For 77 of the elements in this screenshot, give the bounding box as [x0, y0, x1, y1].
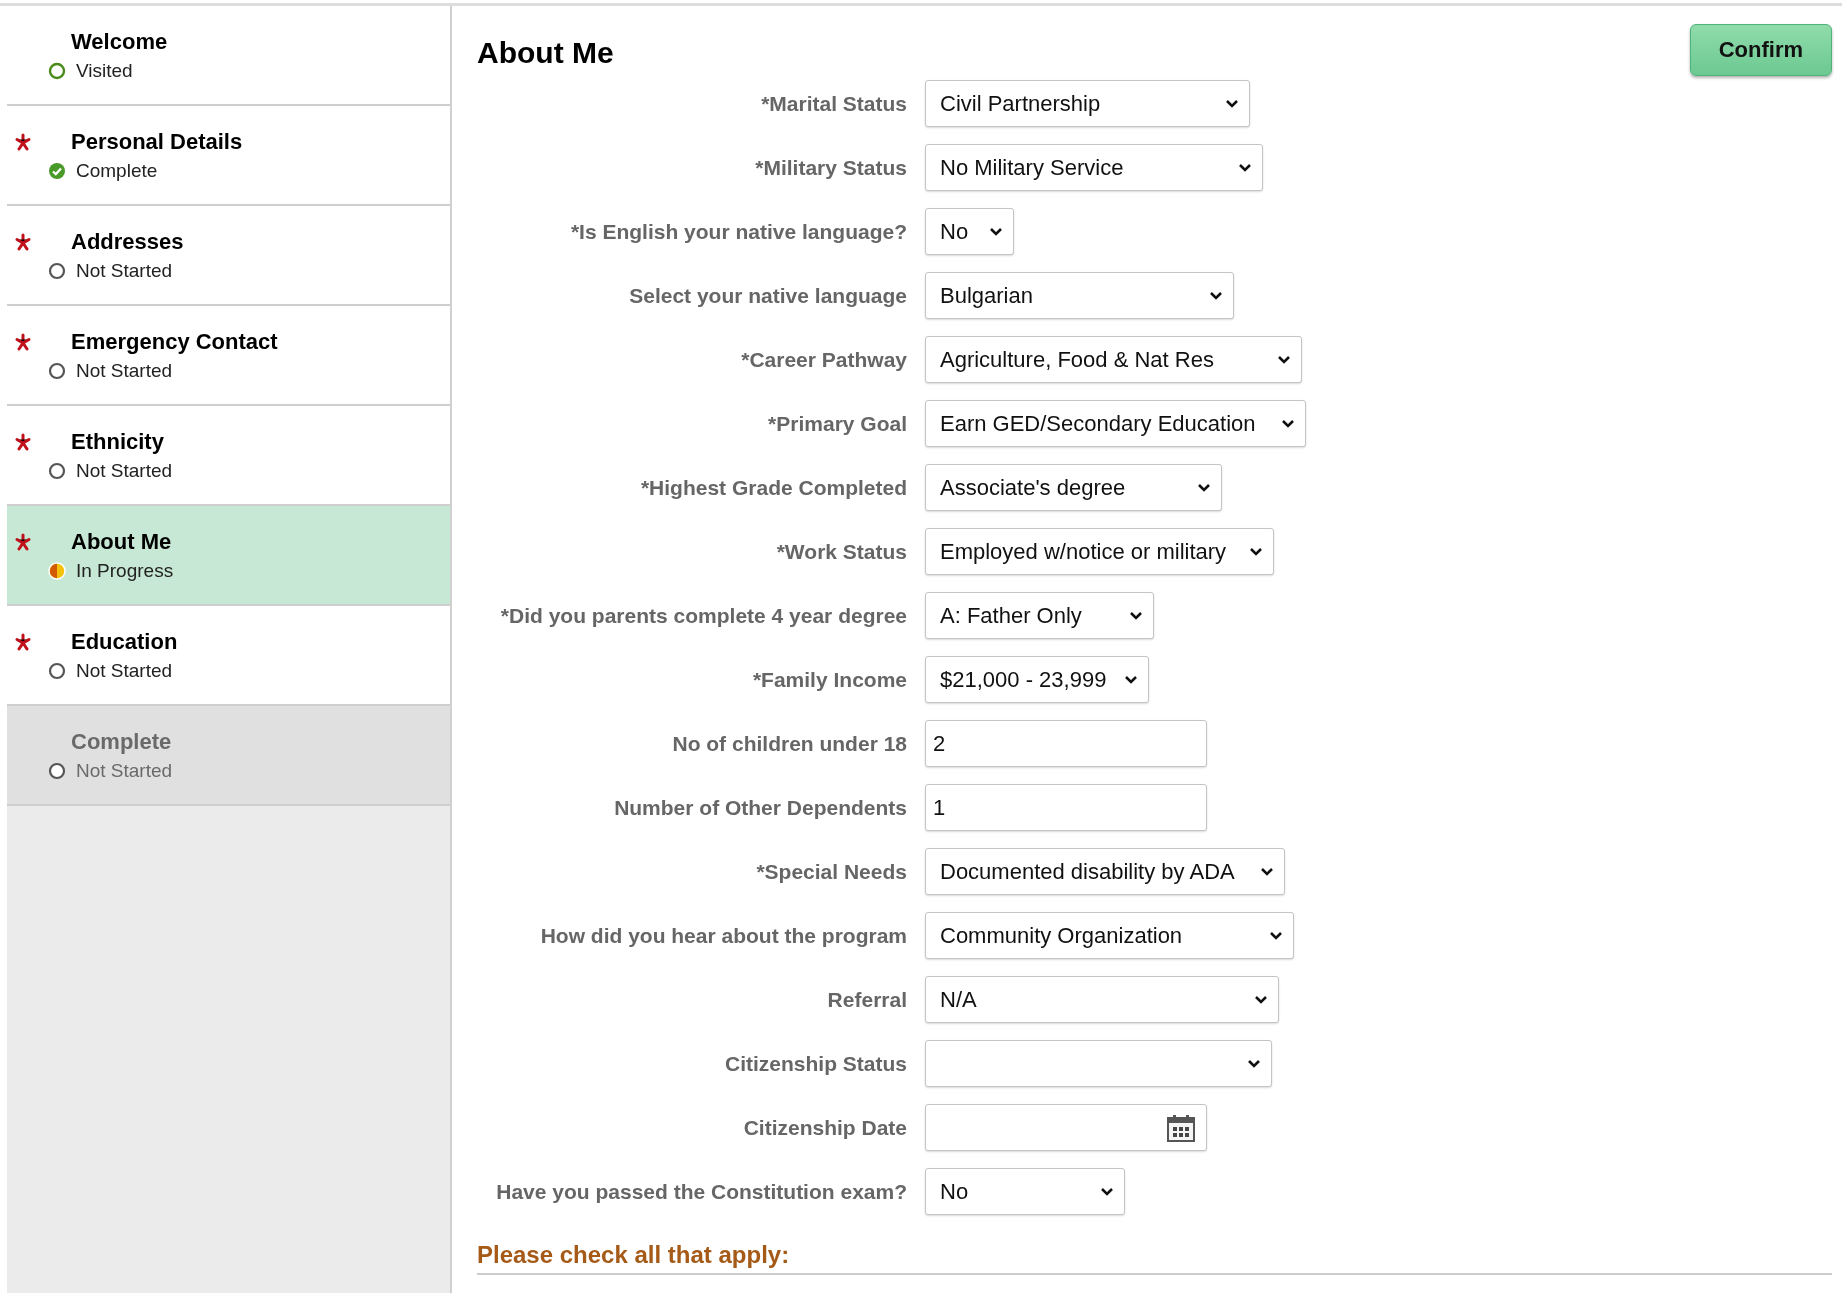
dropdown[interactable]: Associate's degree — [925, 464, 1222, 511]
step-status: Not Started — [76, 659, 174, 682]
step-status: Not Started — [76, 359, 174, 382]
step-item[interactable]: About Me In Progress — [7, 506, 450, 606]
field-label: *Is English your native language? — [570, 218, 907, 245]
chevron-down-icon — [1209, 290, 1223, 301]
field-label: *Work Status — [776, 538, 907, 565]
field-label: Referral — [827, 986, 907, 1013]
chevron-down-icon — [1197, 482, 1211, 493]
chevron-down-icon — [1129, 610, 1143, 621]
step-status: Not Started — [76, 759, 174, 782]
chevron-down-icon — [1124, 674, 1138, 685]
field-label: *Did you parents complete 4 year degree — [500, 602, 907, 629]
chevron-down-icon — [1249, 546, 1263, 557]
field-label: *Primary Goal — [768, 410, 907, 437]
step-status: Not Started — [76, 259, 174, 282]
step-title: Ethnicity — [71, 428, 165, 455]
step-title: About Me — [71, 528, 173, 555]
step-status: Not Started — [76, 459, 174, 482]
step-status: Complete — [76, 159, 159, 182]
date-field[interactable] — [925, 1104, 1207, 1151]
field-label: Have you passed the Constitution exam? — [496, 1178, 907, 1205]
input-field[interactable]: 1 — [925, 784, 1207, 831]
field-label: Citizenship Date — [743, 1114, 907, 1141]
step-item[interactable]: Personal Details Complete — [7, 106, 450, 206]
field-label: *Highest Grade Completed — [640, 474, 907, 501]
field-label: Citizenship Status — [724, 1050, 907, 1077]
chevron-down-icon — [1260, 866, 1274, 877]
calendar-icon[interactable] — [1166, 1112, 1196, 1143]
chevron-down-icon — [1254, 994, 1268, 1005]
dropdown[interactable]: Agriculture, Food & Nat Res — [925, 336, 1302, 383]
step-status: In Progress — [76, 559, 175, 582]
step-title: Addresses — [71, 228, 185, 255]
step-item[interactable]: Welcome Visited — [7, 6, 450, 106]
dropdown[interactable]: No — [925, 208, 1014, 255]
step-item[interactable]: Emergency Contact Not Started — [7, 306, 450, 406]
step-item[interactable]: Ethnicity Not Started — [7, 406, 450, 506]
section-heading: Please check all that apply: — [477, 1241, 1832, 1275]
dropdown[interactable]: A: Father Only — [925, 592, 1154, 639]
dropdown[interactable]: Bulgarian — [925, 272, 1234, 319]
step-item[interactable]: Education Not Started — [7, 606, 450, 706]
dropdown[interactable]: Documented disability by ADA — [925, 848, 1285, 895]
field-label: *Special Needs — [756, 858, 907, 885]
dropdown[interactable]: $21,000 - 23,999 — [925, 656, 1149, 703]
chevron-down-icon — [1247, 1058, 1261, 1069]
dropdown[interactable]: No Military Service — [925, 144, 1263, 191]
dropdown[interactable]: Earn GED/Secondary Education — [925, 400, 1306, 447]
confirm-button[interactable]: Confirm — [1689, 24, 1832, 76]
field-label: No of children under 18 — [672, 730, 907, 757]
dropdown[interactable]: Employed w/notice or military — [925, 528, 1274, 575]
step-title: Welcome — [71, 28, 169, 55]
field-label: *Marital Status — [761, 90, 907, 117]
chevron-down-icon — [1100, 1186, 1114, 1197]
dropdown[interactable]: Community Organization — [925, 912, 1294, 959]
input-field[interactable]: 2 — [925, 720, 1207, 767]
step-title: Complete — [71, 728, 173, 755]
page-title: About Me — [477, 36, 614, 70]
field-label: *Military Status — [755, 154, 907, 181]
field-label: Number of Other Dependents — [614, 794, 907, 821]
chevron-down-icon — [1281, 418, 1295, 429]
chevron-down-icon — [1225, 98, 1239, 109]
step-status: Visited — [76, 59, 134, 82]
step-item[interactable]: Addresses Not Started — [7, 206, 450, 306]
dropdown[interactable]: Civil Partnership — [925, 80, 1250, 127]
step-title: Emergency Contact — [71, 328, 279, 355]
dropdown[interactable]: N/A — [925, 976, 1279, 1023]
step-title: Education — [71, 628, 179, 655]
field-label: *Family Income — [752, 666, 907, 693]
field-label: Select your native language — [629, 282, 907, 309]
dropdown[interactable]: No — [925, 1168, 1125, 1215]
field-label: *Career Pathway — [741, 346, 907, 373]
chevron-down-icon — [1277, 354, 1291, 365]
field-label: How did you hear about the program — [540, 922, 907, 949]
step-title: Personal Details — [71, 128, 244, 155]
chevron-down-icon — [1269, 930, 1283, 941]
chevron-down-icon — [989, 226, 1003, 237]
chevron-down-icon — [1238, 162, 1252, 173]
